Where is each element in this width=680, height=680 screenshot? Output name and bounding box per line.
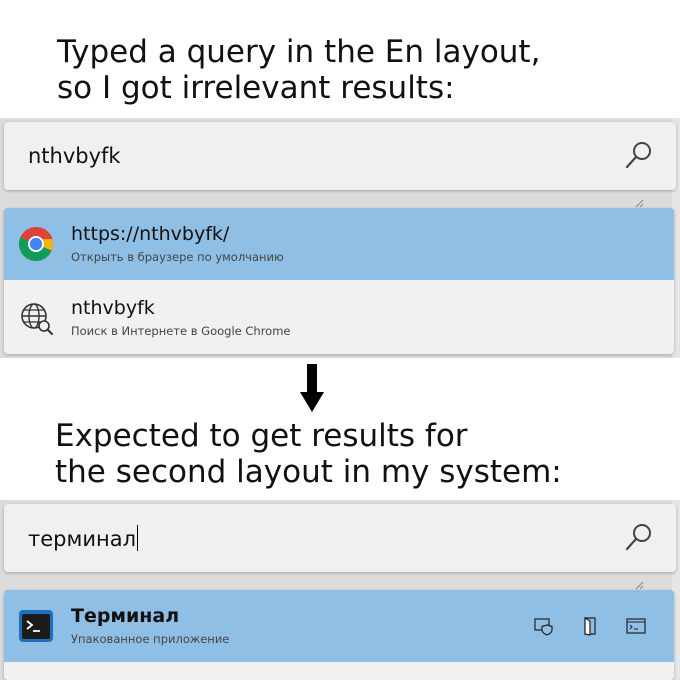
chrome-icon bbox=[19, 226, 53, 261]
resize-grip-icon bbox=[635, 199, 644, 208]
resize-grip-icon bbox=[635, 581, 644, 590]
caption-top-line1: Typed a query in the En layout, bbox=[57, 34, 541, 70]
run-as-admin-icon[interactable] bbox=[534, 616, 554, 636]
caption-bottom: Expected to get results for the second l… bbox=[55, 418, 680, 490]
result-subtitle: Открыть в браузере по умолчанию bbox=[71, 250, 284, 264]
result-title: Терминал bbox=[71, 605, 180, 627]
launcher-window-bottom: терминал Терминал Упакованное приложение bbox=[0, 500, 680, 680]
results-list: https://nthvbyfk/ Открыть в браузере по … bbox=[4, 208, 674, 354]
caption-bottom-line1: Expected to get results for bbox=[55, 418, 468, 454]
text-caret bbox=[137, 525, 138, 551]
result-item-terminal[interactable]: Терминал Упакованное приложение bbox=[4, 590, 674, 662]
launcher-window-top: nthvbyfk https://nthvbyfk/ Открыть в бра… bbox=[0, 118, 680, 358]
result-subtitle: Упакованное приложение bbox=[71, 632, 230, 646]
search-box[interactable]: терминал bbox=[4, 504, 676, 572]
result-item-web-search[interactable]: nthvbyfk Поиск в Интернете в Google Chro… bbox=[4, 282, 674, 354]
results-list: Терминал Упакованное приложение bbox=[4, 590, 674, 680]
result-actions bbox=[534, 616, 646, 636]
search-query: терминал bbox=[28, 527, 136, 551]
result-item-url[interactable]: https://nthvbyfk/ Открыть в браузере по … bbox=[4, 208, 674, 280]
arrow-down-icon bbox=[300, 364, 324, 412]
result-title: https://nthvbyfk/ bbox=[71, 223, 230, 245]
web-search-globe-icon bbox=[21, 303, 53, 335]
caption-top: Typed a query in the En layout, so I got… bbox=[57, 34, 680, 106]
caption-bottom-line2: the second layout in my system: bbox=[55, 454, 562, 490]
search-input[interactable]: терминал bbox=[28, 525, 138, 552]
open-in-console-icon[interactable] bbox=[626, 616, 646, 636]
search-input[interactable]: nthvbyfk bbox=[28, 143, 121, 169]
result-subtitle: Поиск в Интернете в Google Chrome bbox=[71, 324, 291, 338]
search-icon[interactable] bbox=[624, 140, 654, 170]
terminal-icon bbox=[19, 610, 53, 642]
open-folder-icon[interactable] bbox=[580, 616, 600, 636]
caption-top-line2: so I got irrelevant results: bbox=[57, 70, 455, 106]
result-title: nthvbyfk bbox=[71, 297, 155, 319]
search-icon[interactable] bbox=[624, 522, 654, 552]
search-box[interactable]: nthvbyfk bbox=[4, 122, 676, 190]
